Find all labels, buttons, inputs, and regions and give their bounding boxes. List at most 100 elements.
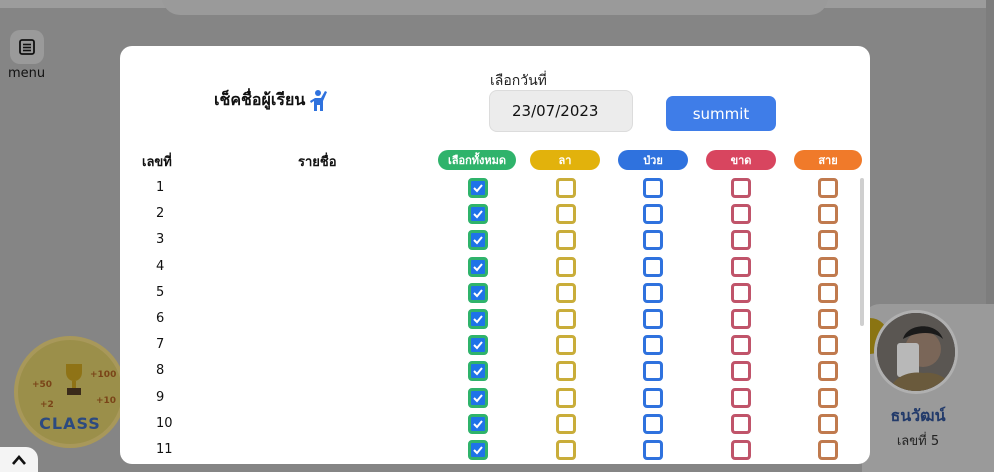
absent-checkbox[interactable]: [731, 439, 751, 460]
table-row: 3: [120, 228, 860, 254]
sick-checkbox[interactable]: [643, 361, 663, 382]
check-icon: [473, 184, 483, 193]
row-number: 2: [156, 206, 165, 222]
select-all-checkbox[interactable]: [468, 413, 488, 434]
absent-checkbox[interactable]: [731, 387, 751, 408]
row-number: 7: [156, 337, 165, 353]
date-input[interactable]: 23/07/2023: [489, 90, 633, 132]
select-all-checkbox[interactable]: [468, 256, 488, 277]
submit-button[interactable]: summit: [666, 96, 776, 131]
check-icon: [473, 393, 483, 402]
sick-checkbox[interactable]: [643, 335, 663, 356]
leave-checkbox[interactable]: [556, 178, 576, 198]
table-row: 6: [120, 307, 860, 333]
check-icon: [473, 262, 483, 272]
late-checkbox[interactable]: [818, 335, 838, 356]
sick-checkbox[interactable]: [643, 256, 663, 277]
class-badge: +50 +100 +2 +10 CLASS: [14, 336, 126, 448]
late-checkbox[interactable]: [818, 387, 838, 408]
row-number: 9: [156, 389, 165, 405]
late-pill[interactable]: สาย: [794, 150, 862, 170]
sick-pill[interactable]: ป่วย: [618, 150, 688, 170]
badge-number: +50: [32, 380, 53, 390]
late-checkbox[interactable]: [818, 361, 838, 382]
scroll-up-button[interactable]: [0, 447, 38, 472]
attendance-modal: เช็คชื่อผู้เรียน เลือกวันที่ 23/07/2023 …: [120, 46, 870, 464]
leave-checkbox[interactable]: [556, 282, 576, 303]
absent-checkbox[interactable]: [731, 230, 751, 251]
absent-checkbox[interactable]: [731, 413, 751, 434]
absent-checkbox[interactable]: [731, 282, 751, 303]
menu-button[interactable]: [10, 30, 44, 64]
select-all-checkbox[interactable]: [468, 439, 488, 460]
check-icon: [473, 341, 483, 350]
absent-checkbox[interactable]: [731, 256, 751, 277]
badge-number: +10: [96, 396, 117, 406]
late-checkbox[interactable]: [818, 308, 838, 329]
select-all-checkbox[interactable]: [468, 308, 488, 329]
leave-checkbox[interactable]: [556, 204, 576, 225]
sick-checkbox[interactable]: [643, 230, 663, 251]
attendance-table: 1 2 3 4 5 6 7 8 9 10 11: [120, 176, 860, 464]
avatar: [874, 310, 958, 394]
modal-title: เช็คชื่อผู้เรียน: [214, 88, 329, 113]
sick-checkbox[interactable]: [643, 439, 663, 460]
leave-checkbox[interactable]: [556, 361, 576, 382]
table-row: 7: [120, 333, 860, 359]
sick-checkbox[interactable]: [643, 308, 663, 329]
sick-checkbox[interactable]: [643, 204, 663, 225]
table-row: 11: [120, 438, 860, 464]
absent-checkbox[interactable]: [731, 335, 751, 356]
select-all-checkbox[interactable]: [468, 178, 488, 198]
row-number: 5: [156, 284, 165, 300]
student-name: ธนวัฒน์: [890, 406, 946, 425]
select-all-checkbox[interactable]: [468, 282, 488, 303]
leave-checkbox[interactable]: [556, 256, 576, 277]
select-all-pill[interactable]: เลือกทั้งหมด: [438, 150, 516, 170]
leave-checkbox[interactable]: [556, 230, 576, 251]
table-row: 2: [120, 202, 860, 228]
select-all-checkbox[interactable]: [468, 335, 488, 356]
student-number: เลขที่ 5: [896, 434, 940, 449]
table-row: 4: [120, 255, 860, 281]
leave-checkbox[interactable]: [556, 387, 576, 408]
leave-checkbox[interactable]: [556, 413, 576, 434]
sick-checkbox[interactable]: [643, 387, 663, 408]
late-checkbox[interactable]: [818, 439, 838, 460]
select-all-checkbox[interactable]: [468, 230, 488, 251]
sick-checkbox[interactable]: [643, 282, 663, 303]
late-checkbox[interactable]: [818, 204, 838, 225]
late-checkbox[interactable]: [818, 256, 838, 277]
check-icon: [473, 210, 483, 219]
table-row: 1: [120, 176, 860, 202]
scrollbar[interactable]: [860, 178, 864, 326]
check-icon: [473, 420, 483, 429]
leave-checkbox[interactable]: [556, 335, 576, 356]
sick-checkbox[interactable]: [643, 413, 663, 434]
chevron-up-icon: [12, 454, 26, 465]
sick-checkbox[interactable]: [643, 178, 663, 198]
row-number: 4: [156, 258, 165, 274]
row-number: 1: [156, 180, 165, 195]
absent-checkbox[interactable]: [731, 308, 751, 329]
late-checkbox[interactable]: [818, 413, 838, 434]
table-row: 9: [120, 386, 860, 412]
absent-checkbox[interactable]: [731, 361, 751, 382]
person-raising-hand-icon: [310, 89, 328, 111]
late-checkbox[interactable]: [818, 282, 838, 303]
row-number: 11: [156, 441, 173, 457]
select-all-checkbox[interactable]: [468, 387, 488, 408]
badge-number: +100: [90, 370, 117, 380]
leave-checkbox[interactable]: [556, 308, 576, 329]
row-number: 6: [156, 310, 165, 326]
absent-checkbox[interactable]: [731, 178, 751, 198]
top-card: [162, 0, 828, 15]
absent-checkbox[interactable]: [731, 204, 751, 225]
select-all-checkbox[interactable]: [468, 361, 488, 382]
late-checkbox[interactable]: [818, 178, 838, 198]
leave-checkbox[interactable]: [556, 439, 576, 460]
leave-pill[interactable]: ลา: [530, 150, 600, 170]
select-all-checkbox[interactable]: [468, 204, 488, 225]
absent-pill[interactable]: ขาด: [706, 150, 776, 170]
late-checkbox[interactable]: [818, 230, 838, 251]
